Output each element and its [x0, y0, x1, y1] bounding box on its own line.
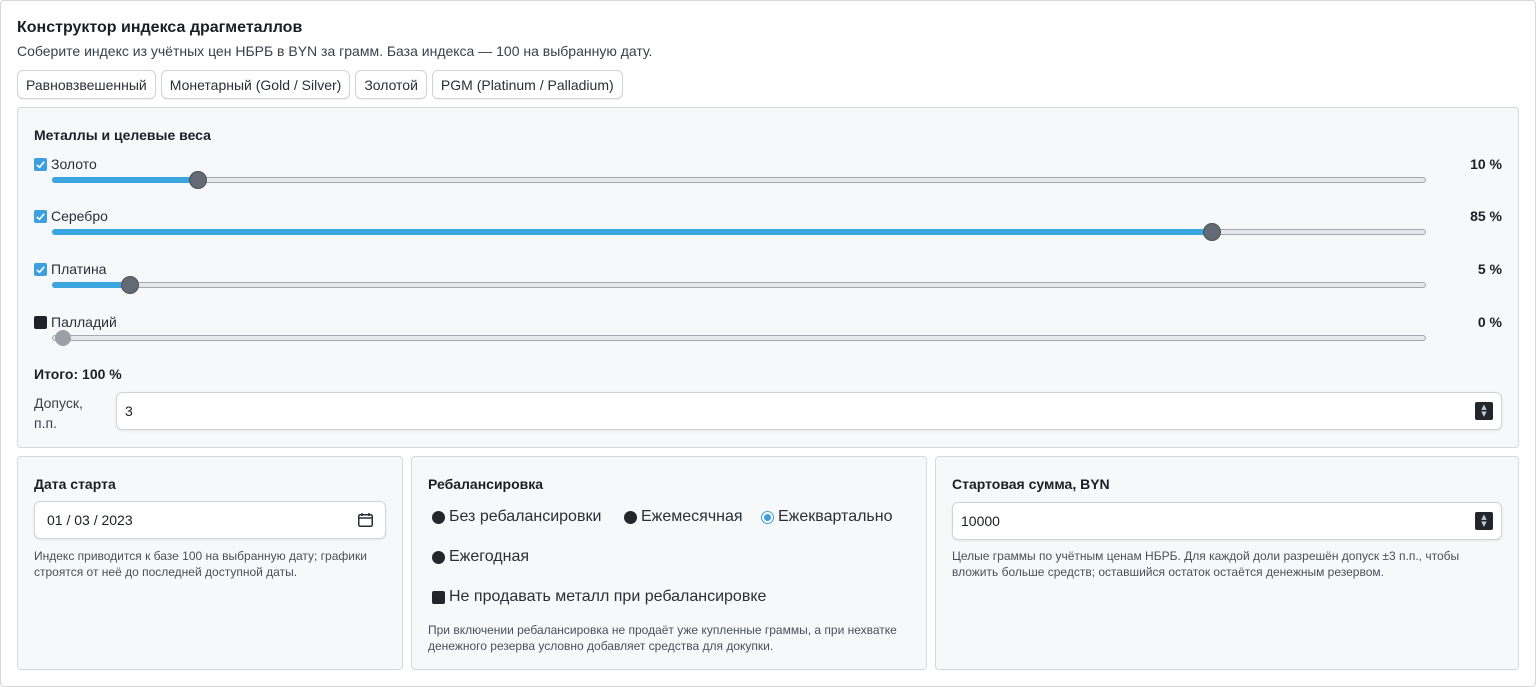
- gold-slider-fill: [52, 177, 198, 183]
- silver-checkbox[interactable]: [34, 209, 47, 223]
- metal-label-platinum[interactable]: Платина: [34, 261, 106, 277]
- calendar-icon[interactable]: [358, 513, 373, 527]
- platinum-slider[interactable]: [52, 276, 1426, 294]
- palladium-slider[interactable]: [52, 330, 1426, 346]
- start-date-panel: Дата старта 01 / 03 / 2023 Индекс привод…: [17, 456, 403, 670]
- no-sell-checkbox[interactable]: [432, 590, 445, 604]
- rebalance-monthly-label: Ежемесячная: [641, 508, 743, 525]
- silver-slider-fill: [52, 229, 1212, 235]
- rebalancing-panel: Ребалансировка Без ребалансировки Ежемес…: [411, 456, 927, 670]
- platinum-name: Платина: [51, 261, 107, 277]
- start-amount-spinner[interactable]: ▲ ▼: [1475, 512, 1493, 530]
- rebalance-monthly-radio[interactable]: [624, 510, 637, 524]
- palladium-checkbox[interactable]: [34, 315, 47, 329]
- start-date-value: 01 / 03 / 2023: [47, 512, 133, 528]
- tolerance-value: 3: [125, 403, 133, 419]
- rebalance-yearly-option[interactable]: Ежегодная: [432, 548, 529, 566]
- page-title: Конструктор индекса драгметаллов: [17, 19, 303, 36]
- rebalance-quarterly-label: Ежеквартально: [778, 508, 893, 525]
- gold-slider-thumb[interactable]: [189, 171, 208, 189]
- palladium-name: Палладий: [51, 314, 117, 330]
- metal-row-platinum: Платина 5 %: [34, 261, 1502, 311]
- gold-name: Золото: [51, 156, 97, 172]
- metals-panel-title: Металлы и целевые веса: [34, 127, 211, 143]
- tolerance-input[interactable]: 3 ▲ ▼: [116, 392, 1502, 430]
- tolerance-label: Допуск, п.п.: [34, 395, 83, 431]
- metal-label-silver[interactable]: Серебро: [34, 208, 108, 224]
- rebalance-quarterly-option[interactable]: Ежеквартально: [761, 508, 893, 526]
- start-date-hint: Индекс приводится к базе 100 на выбранну…: [34, 549, 367, 579]
- gold-slider[interactable]: [52, 171, 1426, 189]
- silver-slider-thumb[interactable]: [1203, 223, 1222, 241]
- silver-slider[interactable]: [52, 223, 1426, 241]
- start-amount-hint: Целые граммы по учётным ценам НБРБ. Для …: [952, 549, 1460, 579]
- platinum-checkbox[interactable]: [34, 262, 47, 276]
- metals-panel: Металлы и целевые веса Золото 10 % Сереб…: [17, 107, 1519, 448]
- start-amount-panel: Стартовая сумма, BYN 10000 ▲ ▼ Целые грам…: [935, 456, 1519, 670]
- weights-total: Итого: 100 %: [34, 366, 122, 382]
- gold-checkbox[interactable]: [34, 157, 47, 171]
- platinum-slider-fill: [52, 282, 129, 288]
- platinum-weight: 5 %: [1477, 261, 1502, 277]
- tolerance-spinner[interactable]: ▲ ▼: [1475, 402, 1493, 420]
- palladium-weight: 0 %: [1477, 314, 1502, 330]
- metal-row-palladium: Палладий 0 %: [34, 314, 1502, 364]
- page-subtitle: Соберите индекс из учётных цен НБРБ в BY…: [17, 43, 653, 59]
- rebalance-monthly-option[interactable]: Ежемесячная: [624, 508, 743, 526]
- rebalance-quarterly-radio[interactable]: [761, 510, 774, 524]
- metal-label-palladium[interactable]: Палладий: [34, 314, 117, 330]
- silver-name: Серебро: [51, 208, 108, 224]
- metal-label-gold[interactable]: Золото: [34, 156, 97, 172]
- preset-pgm-button[interactable]: PGM (Platinum / Palladium): [431, 70, 623, 99]
- preset-buttons: Равновзвешенный Монетарный (Gold / Silve…: [17, 70, 623, 99]
- start-date-title: Дата старта: [34, 476, 116, 492]
- no-sell-label: Не продавать металл при ребалансировке: [449, 588, 767, 605]
- preset-equal-weight-button[interactable]: Равновзвешенный: [17, 70, 156, 99]
- rebalancing-hint: При включении ребалансировка не продаёт …: [428, 623, 897, 653]
- rebalance-yearly-label: Ежегодная: [449, 548, 530, 565]
- gold-weight: 10 %: [1470, 156, 1502, 172]
- preset-gold-button[interactable]: Золотой: [355, 70, 427, 99]
- metal-row-silver: Серебро 85 %: [34, 208, 1502, 258]
- preset-monetary-button[interactable]: Монетарный (Gold / Silver): [160, 70, 351, 99]
- palladium-slider-thumb[interactable]: [54, 330, 71, 346]
- rebalance-none-radio[interactable]: [432, 510, 445, 524]
- silver-weight: 85 %: [1470, 208, 1502, 224]
- platinum-slider-thumb[interactable]: [120, 276, 139, 294]
- rebalance-none-label: Без ребалансировки: [449, 508, 602, 525]
- start-amount-input[interactable]: 10000 ▲ ▼: [952, 502, 1502, 540]
- start-amount-title: Стартовая сумма, BYN: [952, 476, 1110, 492]
- start-amount-value: 10000: [961, 513, 1000, 529]
- rebalance-yearly-radio[interactable]: [432, 550, 445, 564]
- metal-row-gold: Золото 10 %: [34, 156, 1502, 206]
- no-sell-option[interactable]: Не продавать металл при ребалансировке: [432, 588, 766, 606]
- rebalance-none-option[interactable]: Без ребалансировки: [432, 508, 601, 526]
- rebalancing-title: Ребалансировка: [428, 476, 544, 492]
- start-date-input[interactable]: 01 / 03 / 2023: [34, 501, 386, 539]
